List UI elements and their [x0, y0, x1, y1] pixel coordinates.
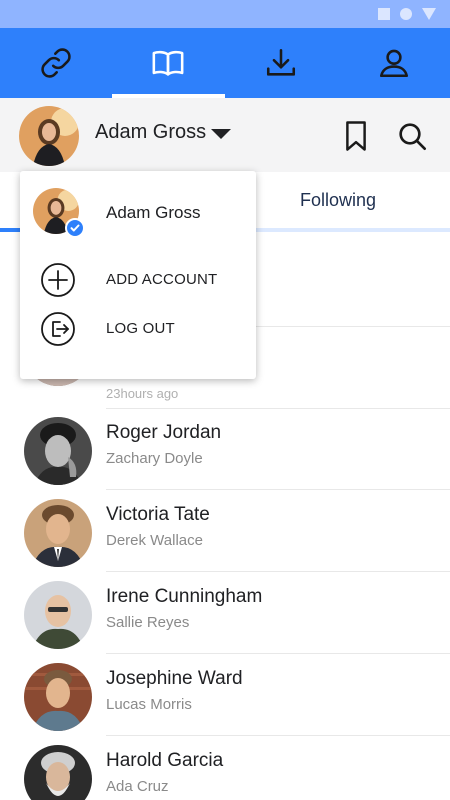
list-item-subtitle: Lucas Morris [106, 696, 192, 713]
add-circle-icon [41, 263, 75, 297]
list-item-subtitle: Zachary Doyle [106, 450, 203, 467]
list-item-name: Irene Cunningham [106, 586, 263, 607]
list-item-name: Josephine Ward [106, 668, 243, 689]
list-item[interactable]: Irene Cunningham Sallie Reyes [0, 572, 450, 654]
circle-icon [400, 8, 412, 20]
list-item-name: Victoria Tate [106, 504, 210, 525]
tab-download[interactable] [225, 28, 337, 98]
top-tab-bar [0, 28, 450, 98]
link-icon [41, 48, 71, 78]
logout-menu-item[interactable]: LOG OUT [20, 309, 256, 349]
tab-link[interactable] [0, 28, 112, 98]
search-icon [399, 123, 426, 150]
list-item-name: Harold Garcia [106, 750, 224, 771]
search-button[interactable] [394, 118, 430, 154]
avatar[interactable] [24, 745, 92, 800]
list-item[interactable]: Josephine Ward Lucas Morris [0, 654, 450, 736]
add-account-menu-item[interactable]: ADD ACCOUNT [20, 260, 256, 300]
square-icon [378, 8, 390, 20]
triangle-icon [422, 8, 436, 20]
avatar[interactable] [24, 499, 92, 567]
list-item-name: Roger Jordan [106, 422, 222, 443]
status-bar [0, 0, 450, 28]
list-item-subtitle: Ada Cruz [106, 778, 169, 795]
account-dropdown-caret-icon[interactable] [211, 129, 231, 139]
account-dropdown-menu: Adam Gross ADD ACCOUNT LOG OUT [20, 171, 256, 379]
current-account-name[interactable]: Adam Gross [106, 203, 200, 223]
tab-following[interactable]: Following [300, 190, 376, 211]
list-item[interactable]: Victoria Tate Derek Wallace [0, 490, 450, 572]
menu-item-label: LOG OUT [106, 320, 175, 337]
avatar[interactable] [19, 106, 79, 166]
list-item-subtitle: Derek Wallace [106, 532, 203, 549]
download-icon [266, 48, 296, 76]
book-icon [152, 50, 184, 76]
avatar[interactable] [24, 417, 92, 485]
profile-icon [379, 49, 409, 78]
account-bar: Adam Gross [0, 98, 450, 172]
verified-check-icon [65, 218, 85, 238]
section-tab-active-indicator [0, 228, 22, 232]
menu-item-label: ADD ACCOUNT [106, 271, 218, 288]
avatar[interactable] [24, 663, 92, 731]
status-icons [378, 8, 436, 20]
current-account-avatar[interactable] [33, 188, 85, 238]
account-name[interactable]: Adam Gross [95, 121, 206, 144]
bookmark-icon [346, 121, 366, 151]
list-item-subtitle: Sallie Reyes [106, 614, 190, 631]
logout-icon [41, 312, 75, 346]
list-item-subtitle: 23hours ago [106, 386, 179, 401]
bookmark-button[interactable] [338, 118, 374, 154]
tab-book[interactable] [112, 28, 224, 98]
list-item[interactable]: Harold Garcia Ada Cruz [0, 736, 450, 800]
avatar[interactable] [24, 581, 92, 649]
list-item[interactable]: Roger Jordan Zachary Doyle [0, 408, 450, 490]
tab-profile[interactable] [338, 28, 450, 98]
